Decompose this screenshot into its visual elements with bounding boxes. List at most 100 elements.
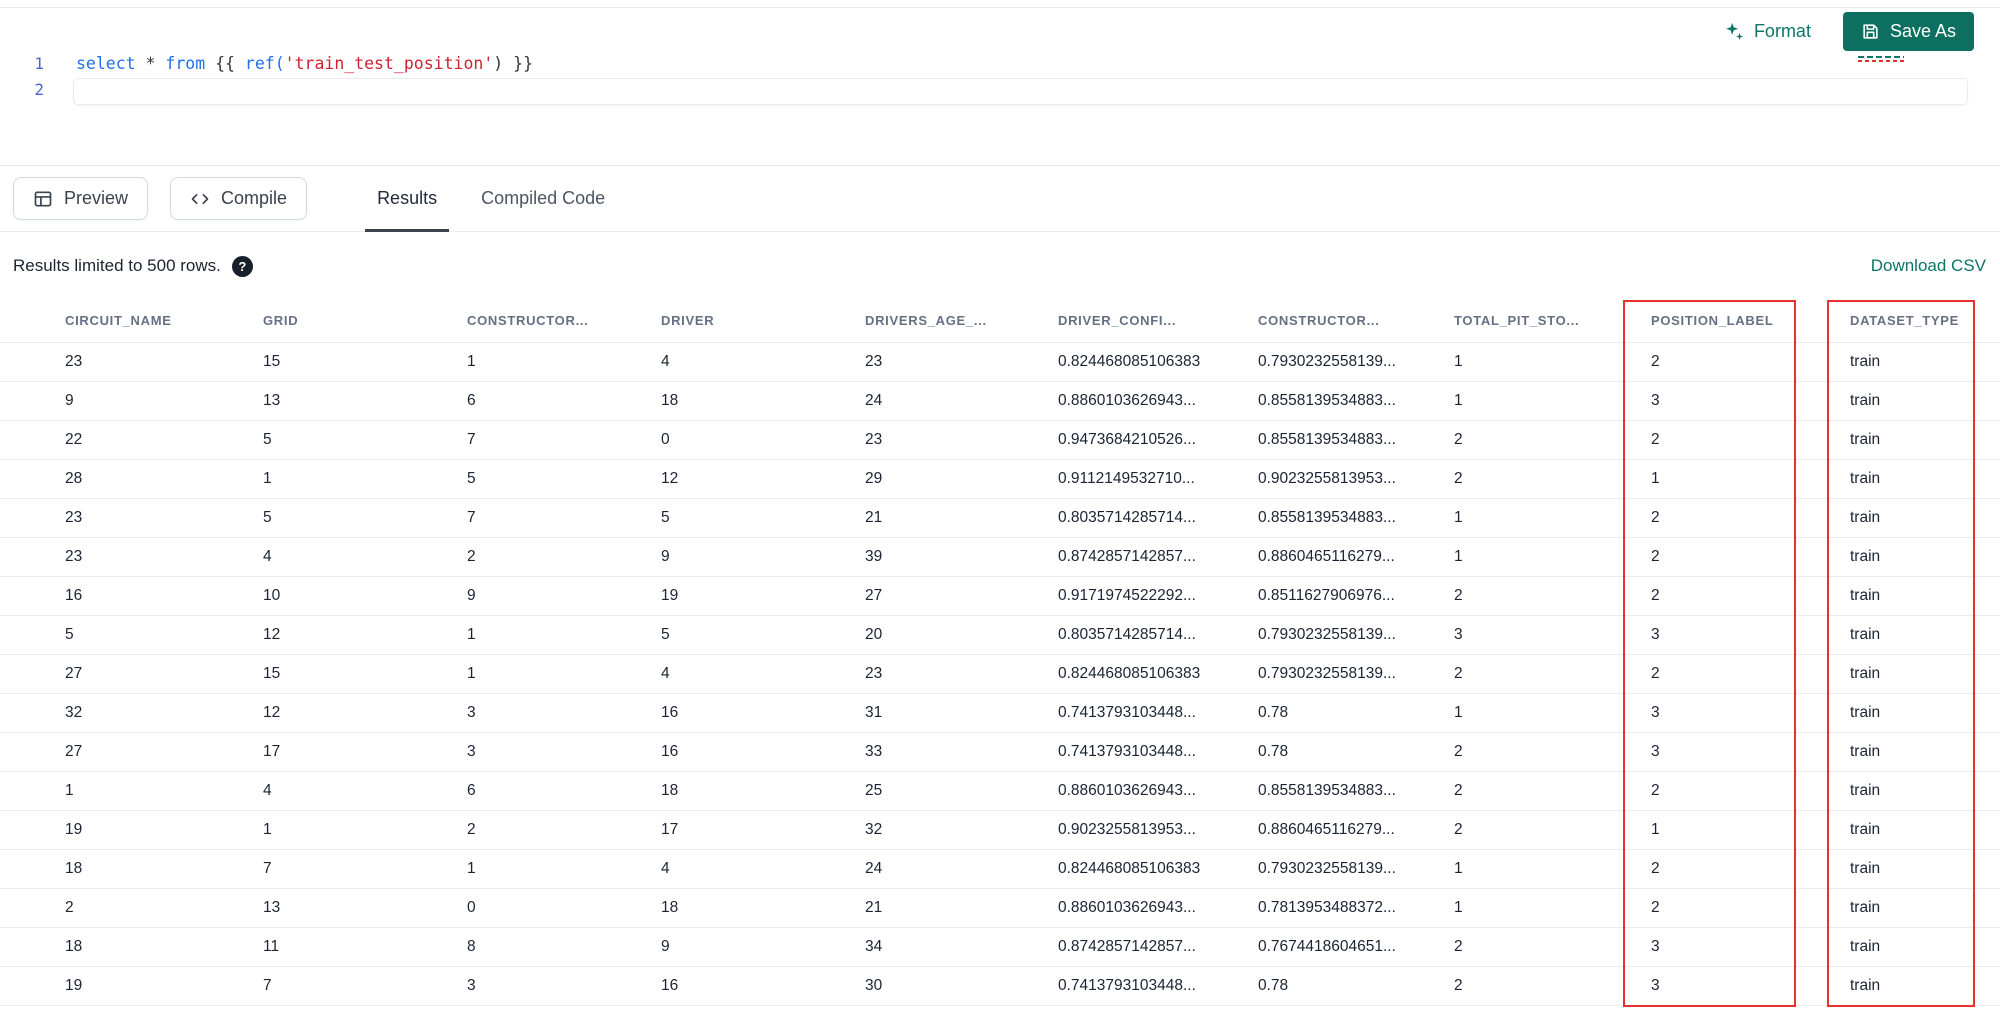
results-table: CIRCUIT_NAME GRID CONSTRUCTOR... DRIVER DRIV… (0, 300, 2000, 1006)
table-cell: 23 (65, 342, 263, 382)
table-cell: 10 (263, 576, 467, 616)
table-cell: 22 (65, 420, 263, 460)
table-row: 5 12 1 5 20 0.8035714285714... 0.7930232558139… (0, 615, 2000, 655)
table-cell: 0.8742857142857... (1058, 537, 1258, 577)
table-cell: 2 (1651, 576, 1850, 616)
table-cell: 0.9171974522292... (1058, 576, 1258, 616)
table-cell: 1 (467, 849, 661, 889)
format-button[interactable]: Format (1723, 21, 1811, 43)
table-cell: 6 (467, 381, 661, 421)
results-meta-row: Results limited to 500 rows. ? Download … (0, 232, 2000, 300)
table-cell: 0 (661, 420, 865, 460)
active-line-highlight (73, 78, 1968, 105)
table-cell: 4 (263, 771, 467, 811)
table-cell: 18 (661, 771, 865, 811)
table-cell: 0.78 (1258, 966, 1454, 1006)
table-cell: 0.8035714285714... (1058, 498, 1258, 538)
table-cell: 24 (865, 849, 1058, 889)
help-icon[interactable]: ? (231, 255, 253, 277)
table-cell: train (1850, 771, 2000, 811)
spacer-cell (0, 654, 65, 694)
table-cell: 2 (467, 537, 661, 577)
table-cell: train (1850, 654, 2000, 694)
table-cell: 21 (865, 498, 1058, 538)
spacer-cell (0, 888, 65, 928)
code-token-plain: ) (493, 54, 514, 73)
table-cell: 0.8035714285714... (1058, 615, 1258, 655)
table-cell: 2 (65, 888, 263, 928)
table-cell: train (1850, 576, 2000, 616)
table-cell: 7 (263, 966, 467, 1006)
results-tabs: Results Compiled Code (355, 166, 627, 232)
table-cell: 1 (1454, 849, 1651, 889)
table-cell: 0.78 (1258, 693, 1454, 733)
table-cell: 0.824468085106383 (1058, 342, 1258, 382)
compile-label: Compile (221, 188, 288, 208)
table-row: 18 7 1 4 24 0.824468085106383 0.7930232558139.… (0, 849, 2000, 889)
tab-results-label: Results (377, 188, 438, 208)
table-cell: 34 (865, 927, 1058, 967)
table-cell: 7 (263, 849, 467, 889)
table-cell: 1 (1454, 693, 1651, 733)
table-cell: 3 (1651, 693, 1850, 733)
spacer-cell (0, 771, 65, 811)
table-cell: 13 (263, 888, 467, 928)
table-cell: 3 (467, 693, 661, 733)
tab-results[interactable]: Results (355, 166, 459, 232)
table-cell: 0.9023255813953... (1058, 810, 1258, 850)
table-cell: train (1850, 966, 2000, 1006)
table-row: 32 12 3 16 31 0.7413793103448... 0.78 1 3 train (0, 693, 2000, 733)
column-header: CONSTRUCTOR... (467, 300, 661, 343)
table-cell: train (1850, 849, 2000, 889)
table-cell: 17 (263, 732, 467, 772)
table-cell: 1 (65, 771, 263, 811)
spacer-cell (0, 732, 65, 772)
table-cell: 27 (65, 732, 263, 772)
tab-compiled-code-label: Compiled Code (481, 188, 606, 208)
table-cell: train (1850, 420, 2000, 460)
download-csv-link[interactable]: Download CSV (1871, 256, 1986, 276)
spacer-cell (0, 498, 65, 538)
table-cell: 19 (661, 576, 865, 616)
table-cell: 0.8860465116279... (1258, 537, 1454, 577)
table-cell: 33 (865, 732, 1058, 772)
table-cell: 5 (263, 498, 467, 538)
code-token-string: 'train_test_position' (284, 54, 494, 73)
table-cell: 3 (1651, 381, 1850, 421)
line-number: 2 (34, 80, 44, 99)
table-cell: 3 (1651, 615, 1850, 655)
table-cell: 12 (263, 615, 467, 655)
column-header: DRIVERS_AGE_... (865, 300, 1058, 343)
table-cell: 13 (263, 381, 467, 421)
table-cell: 19 (65, 966, 263, 1006)
code-token-plain: {{ (215, 54, 245, 73)
table-cell: 23 (865, 420, 1058, 460)
editor-toolbar: Format Save As (1723, 12, 1974, 51)
table-icon (33, 189, 53, 209)
table-cell: 2 (1454, 927, 1651, 967)
save-as-button[interactable]: Save As (1842, 12, 1974, 51)
spacer-cell (0, 693, 65, 733)
table-cell: 5 (661, 498, 865, 538)
column-header: TOTAL_PIT_STO... (1454, 300, 1651, 343)
table-cell: 5 (65, 615, 263, 655)
table-cell: 1 (1651, 459, 1850, 499)
table-cell: 27 (865, 576, 1058, 616)
spacer-cell (0, 537, 65, 577)
tab-compiled-code[interactable]: Compiled Code (459, 166, 627, 231)
table-cell: train (1850, 381, 2000, 421)
table-cell: 0.8860103626943... (1058, 771, 1258, 811)
preview-button[interactable]: Preview (13, 177, 149, 220)
table-cell: 0.7930232558139... (1258, 342, 1454, 382)
table-cell: 1 (263, 810, 467, 850)
table-cell: 18 (65, 849, 263, 889)
table-cell: 19 (65, 810, 263, 850)
compile-button[interactable]: Compile (170, 177, 308, 220)
table-cell: 3 (1651, 966, 1850, 1006)
table-row: 18 11 8 9 34 0.8742857142857... 0.767441860465… (0, 927, 2000, 967)
table-cell: 0.824468085106383 (1058, 654, 1258, 694)
line-number-gutter: 1 2 (0, 51, 44, 103)
table-cell: train (1850, 693, 2000, 733)
table-body: 23 15 1 4 23 0.824468085106383 0.7930232558139… (0, 342, 2000, 1006)
table-cell: 0.7930232558139... (1258, 615, 1454, 655)
